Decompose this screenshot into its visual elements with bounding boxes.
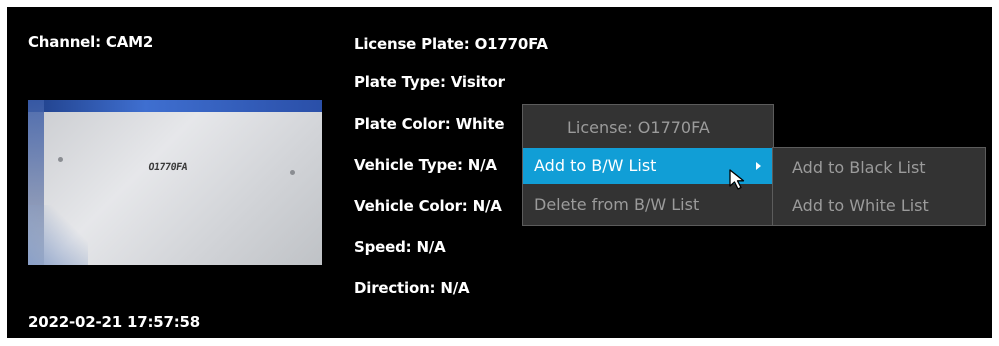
snapshot-bolt <box>290 170 295 175</box>
menu-item-add-to-bw-list-label: Add to B/W List <box>534 156 657 175</box>
plate-type-value: Plate Type: Visitor <box>354 73 505 91</box>
snapshot-top-edge <box>28 100 322 112</box>
snapshot-bolt <box>58 157 63 162</box>
mouse-pointer-icon <box>729 169 745 190</box>
channel-label: Channel: CAM2 <box>28 33 154 51</box>
menu-license-header: License: O1770FA <box>567 118 710 137</box>
submenu-item-add-to-black-list[interactable]: Add to Black List <box>773 150 985 186</box>
snapshot-plate-text: O1770FA <box>147 162 188 173</box>
submenu-arrow-icon <box>756 162 761 170</box>
menu-item-delete-from-bw-list[interactable]: Delete from B/W List <box>523 187 773 223</box>
context-menu: License: O1770FA Add to B/W List Delete … <box>522 104 774 226</box>
plate-color-value: Plate Color: White <box>354 115 505 133</box>
license-plate-value: License Plate: O1770FA <box>354 35 548 53</box>
submenu-item-add-to-white-list[interactable]: Add to White List <box>773 188 985 224</box>
direction-value: Direction: N/A <box>354 279 470 297</box>
bw-list-submenu: Add to Black List Add to White List <box>772 147 986 226</box>
snapshot-shadow <box>28 205 88 265</box>
vehicle-type-value: Vehicle Type: N/A <box>354 156 497 174</box>
lpr-detail-panel: Channel: CAM2 O1770FA 2022-02-21 17:57:5… <box>7 7 992 338</box>
vehicle-color-value: Vehicle Color: N/A <box>354 197 502 215</box>
speed-value: Speed: N/A <box>354 238 446 256</box>
vehicle-snapshot[interactable]: O1770FA <box>28 100 322 265</box>
capture-timestamp: 2022-02-21 17:57:58 <box>28 313 200 331</box>
